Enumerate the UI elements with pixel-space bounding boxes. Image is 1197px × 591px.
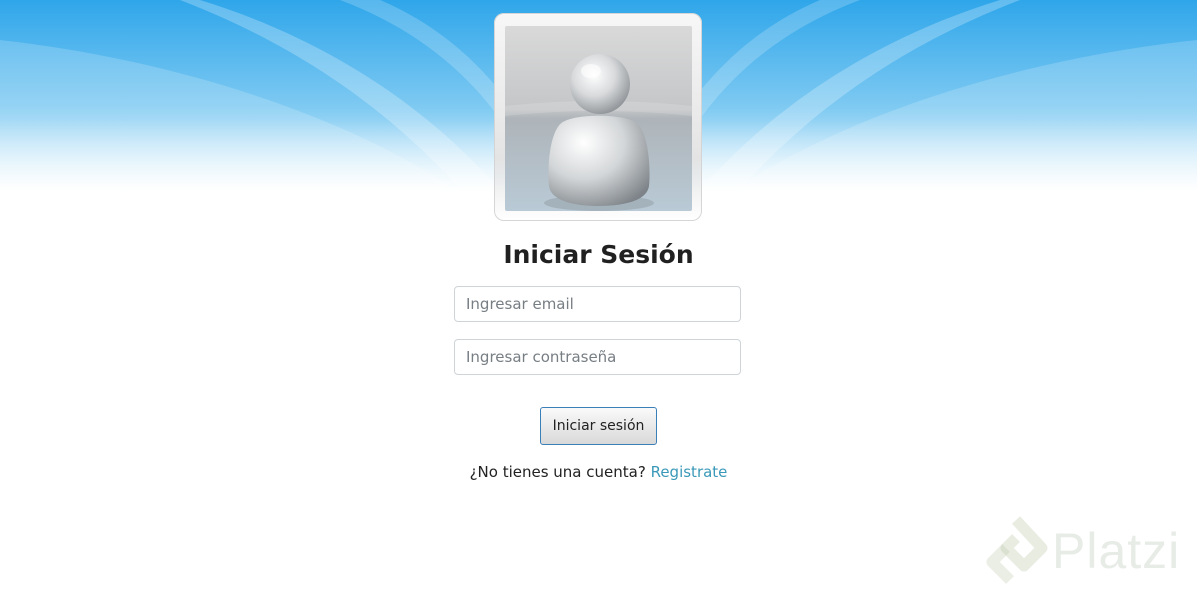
register-prompt-line: ¿No tienes una cuenta? Registrate [0,463,1197,481]
user-silhouette-icon [505,26,692,211]
password-field[interactable] [454,339,741,375]
watermark-brand: Platzi [1052,523,1181,579]
platzi-logo-icon [986,516,1048,584]
email-field[interactable] [454,286,741,322]
avatar-frame [494,13,702,221]
page-title: Iniciar Sesión [503,240,694,269]
login-page: Iniciar Sesión Iniciar sesión ¿No tienes… [0,0,1197,591]
login-button[interactable]: Iniciar sesión [540,407,657,445]
register-link[interactable]: Registrate [651,463,728,481]
platzi-watermark: Platzi [984,516,1194,586]
register-prompt-text: ¿No tienes una cuenta? [469,463,646,481]
